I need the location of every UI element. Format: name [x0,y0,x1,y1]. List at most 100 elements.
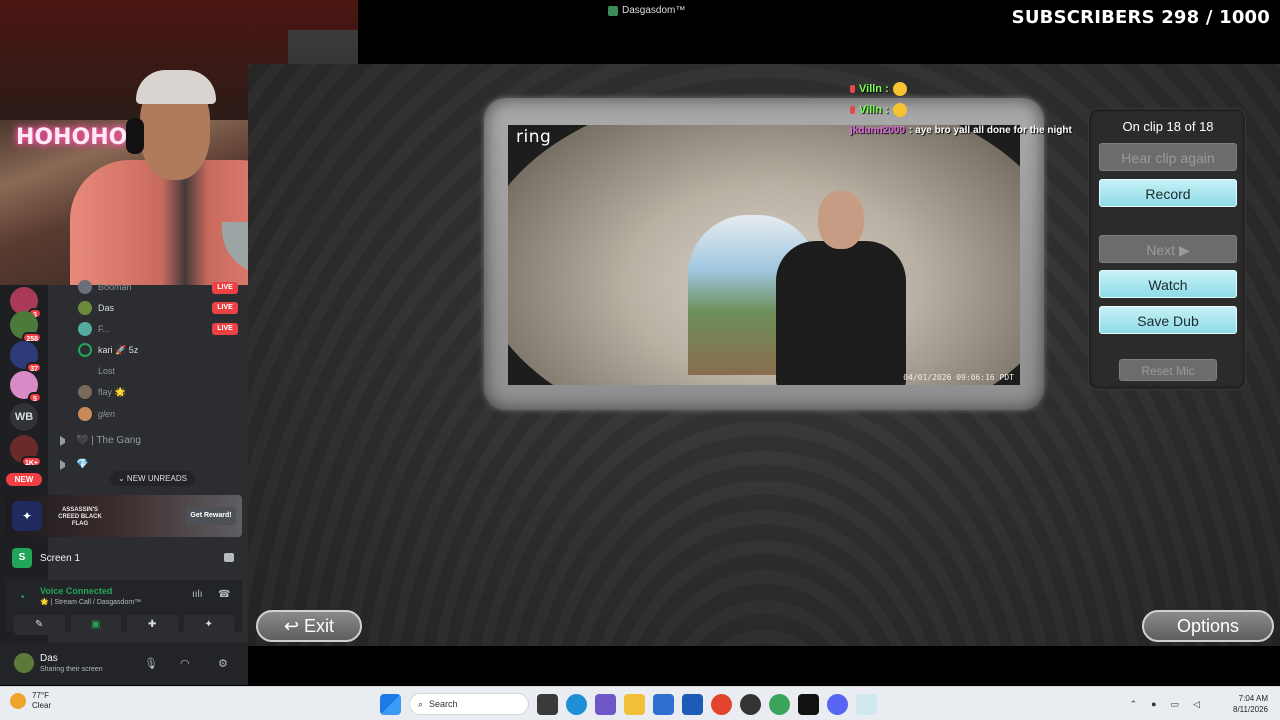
avatar[interactable] [14,653,34,673]
member-name: Booman [98,282,132,292]
voice-member[interactable]: glen [78,405,115,423]
avatar [78,385,92,399]
windows-start-icon[interactable] [380,693,401,715]
store-icon[interactable] [682,693,703,715]
taskbar-apps: ⌕ Search [380,693,877,715]
user-panel: Das Sharing their screen 🎙 ◠ ⚙ [0,643,248,685]
voice-member[interactable]: F... [78,320,110,338]
taskbar: 77°F Clear ⌕ Search ⌃ ● ▭ ◁ 7:04 AM 8/11… [0,686,1280,720]
voice-channel[interactable]: 🖤 | The Gang [60,435,141,446]
server-icon[interactable]: 5 [10,371,42,403]
camera-off-icon[interactable]: ✎ [14,615,65,635]
weather-text: 77°F Clear [32,691,51,711]
voice-member[interactable]: kari 🚀 5z [78,341,138,359]
channel-name: 💎 [76,459,89,470]
voice-channel[interactable]: 💎 [60,459,88,470]
speaker-icon[interactable]: ◁ [1193,699,1200,710]
member-name: F... [98,324,111,334]
weather-widget[interactable]: 77°F Clear [10,691,51,711]
user-name: Das [40,653,58,664]
screen-icon: S [12,548,32,568]
app-icon [608,5,618,16]
mic-icon[interactable]: 🎙 [144,657,158,670]
headset-icon[interactable]: ◠ [180,657,190,670]
obs-icon[interactable] [740,693,761,715]
screen-share-icon[interactable]: ▣ [70,615,121,635]
voice-status: Voice Connected [40,586,113,596]
screen-name: Screen 1 [40,552,81,564]
mic-icon[interactable]: ● [1151,699,1156,710]
task-view-icon[interactable] [537,693,558,715]
record-button[interactable]: Record [1099,179,1237,207]
live-badge: LIVE [212,302,238,314]
disconnect-icon[interactable]: ☎ [218,589,230,600]
bottom-band [248,646,1280,686]
watch-button[interactable]: Watch [1099,270,1237,298]
gear-icon[interactable]: ⚙ [218,657,228,670]
soundboard-icon[interactable]: ıılı [192,589,203,600]
exit-button[interactable]: ↩ Exit [256,610,362,642]
avatar [78,343,92,357]
emoji-icon [892,81,907,96]
hear-clip-again-button[interactable]: Hear clip again [1099,143,1237,171]
reset-mic-button[interactable]: Reset Mic [1119,359,1217,381]
server-icon[interactable]: 258 [10,311,42,343]
stop-share-icon[interactable] [224,553,234,562]
discord-panel: 3 258 37 5 WB 1K+ NEW Booman LIVE Das LI… [0,280,248,685]
new-unreads-button[interactable]: ⌄ NEW UNREADS [110,471,195,486]
neon-sign: HOHOHO [16,125,128,150]
dub-control-panel: On clip 18 of 18 Hear clip again Record … [1088,108,1246,390]
streamer-hat [136,70,216,104]
options-button[interactable]: Options [1142,610,1274,642]
new-pill[interactable]: NEW [6,473,42,486]
server-icon[interactable]: 1K+ [10,435,42,467]
clock[interactable]: 7:04 AM 8/11/2026 [1233,693,1268,715]
member-name: glen [98,409,116,419]
chat-user: Villn : [859,103,889,116]
person-figure [776,191,906,385]
person-head [818,191,864,249]
get-reward-button[interactable]: Get Reward! [186,507,236,525]
voice-member[interactable]: flay 🌟 [78,383,126,401]
avatar [78,322,92,336]
game-icon[interactable] [856,693,877,715]
effects-icon[interactable]: ✦ [183,615,234,635]
outlook-icon[interactable] [653,693,674,715]
window-title-text: Dasgasdom™ [622,5,686,16]
activities-icon[interactable]: ✚ [127,615,178,635]
voice-member[interactable]: Das [78,299,114,317]
taskbar-search[interactable]: ⌕ Search [409,693,529,715]
system-tray: ⌃ ● ▭ ◁ [1130,699,1200,710]
monitor-icon[interactable]: ▭ [1171,699,1180,710]
save-dub-button[interactable]: Save Dub [1099,306,1237,334]
chat-message: jkdunn2000 : aye bro yall all done for t… [850,120,1110,141]
server-wb[interactable]: WB [10,403,38,431]
live-badge: LIVE [212,282,238,294]
server-icon[interactable]: 37 [10,341,42,373]
video-timestamp: 04/01/2026 09:06:16 PDT [903,373,1014,382]
doorbell-video: ring 04/01/2026 09:06:16 PDT [508,125,1020,385]
edge-icon[interactable] [566,693,587,715]
promo-game-title: ASSASSIN'S CREED BLACK FLAG [58,507,102,527]
user-status: Sharing their screen [40,666,103,673]
chevron-up-icon[interactable]: ⌃ [1130,699,1138,710]
discord-icon[interactable] [827,693,848,715]
voice-member[interactable]: Booman [78,278,132,296]
chrome-icon[interactable] [711,693,732,715]
member-name: flay 🌟 [98,386,126,397]
app-icon[interactable] [595,693,616,715]
chrome-profile-icon[interactable] [769,693,790,715]
file-explorer-icon[interactable] [624,693,645,715]
emoji-icon [892,102,907,117]
black-band [358,22,1280,64]
person-body [776,241,906,385]
terminal-icon[interactable] [798,693,819,715]
chat-message: Villn : [850,99,1110,120]
voice-member[interactable]: Lost [78,362,115,380]
screen-share-row[interactable]: S Screen 1 [6,543,242,573]
next-button[interactable]: Next ▶ [1099,235,1237,263]
speaker-icon [60,459,70,470]
chat-message: Villn : [850,78,1110,99]
search-placeholder: Search [429,699,458,709]
chat-user: jkdunn2000 [850,125,906,136]
